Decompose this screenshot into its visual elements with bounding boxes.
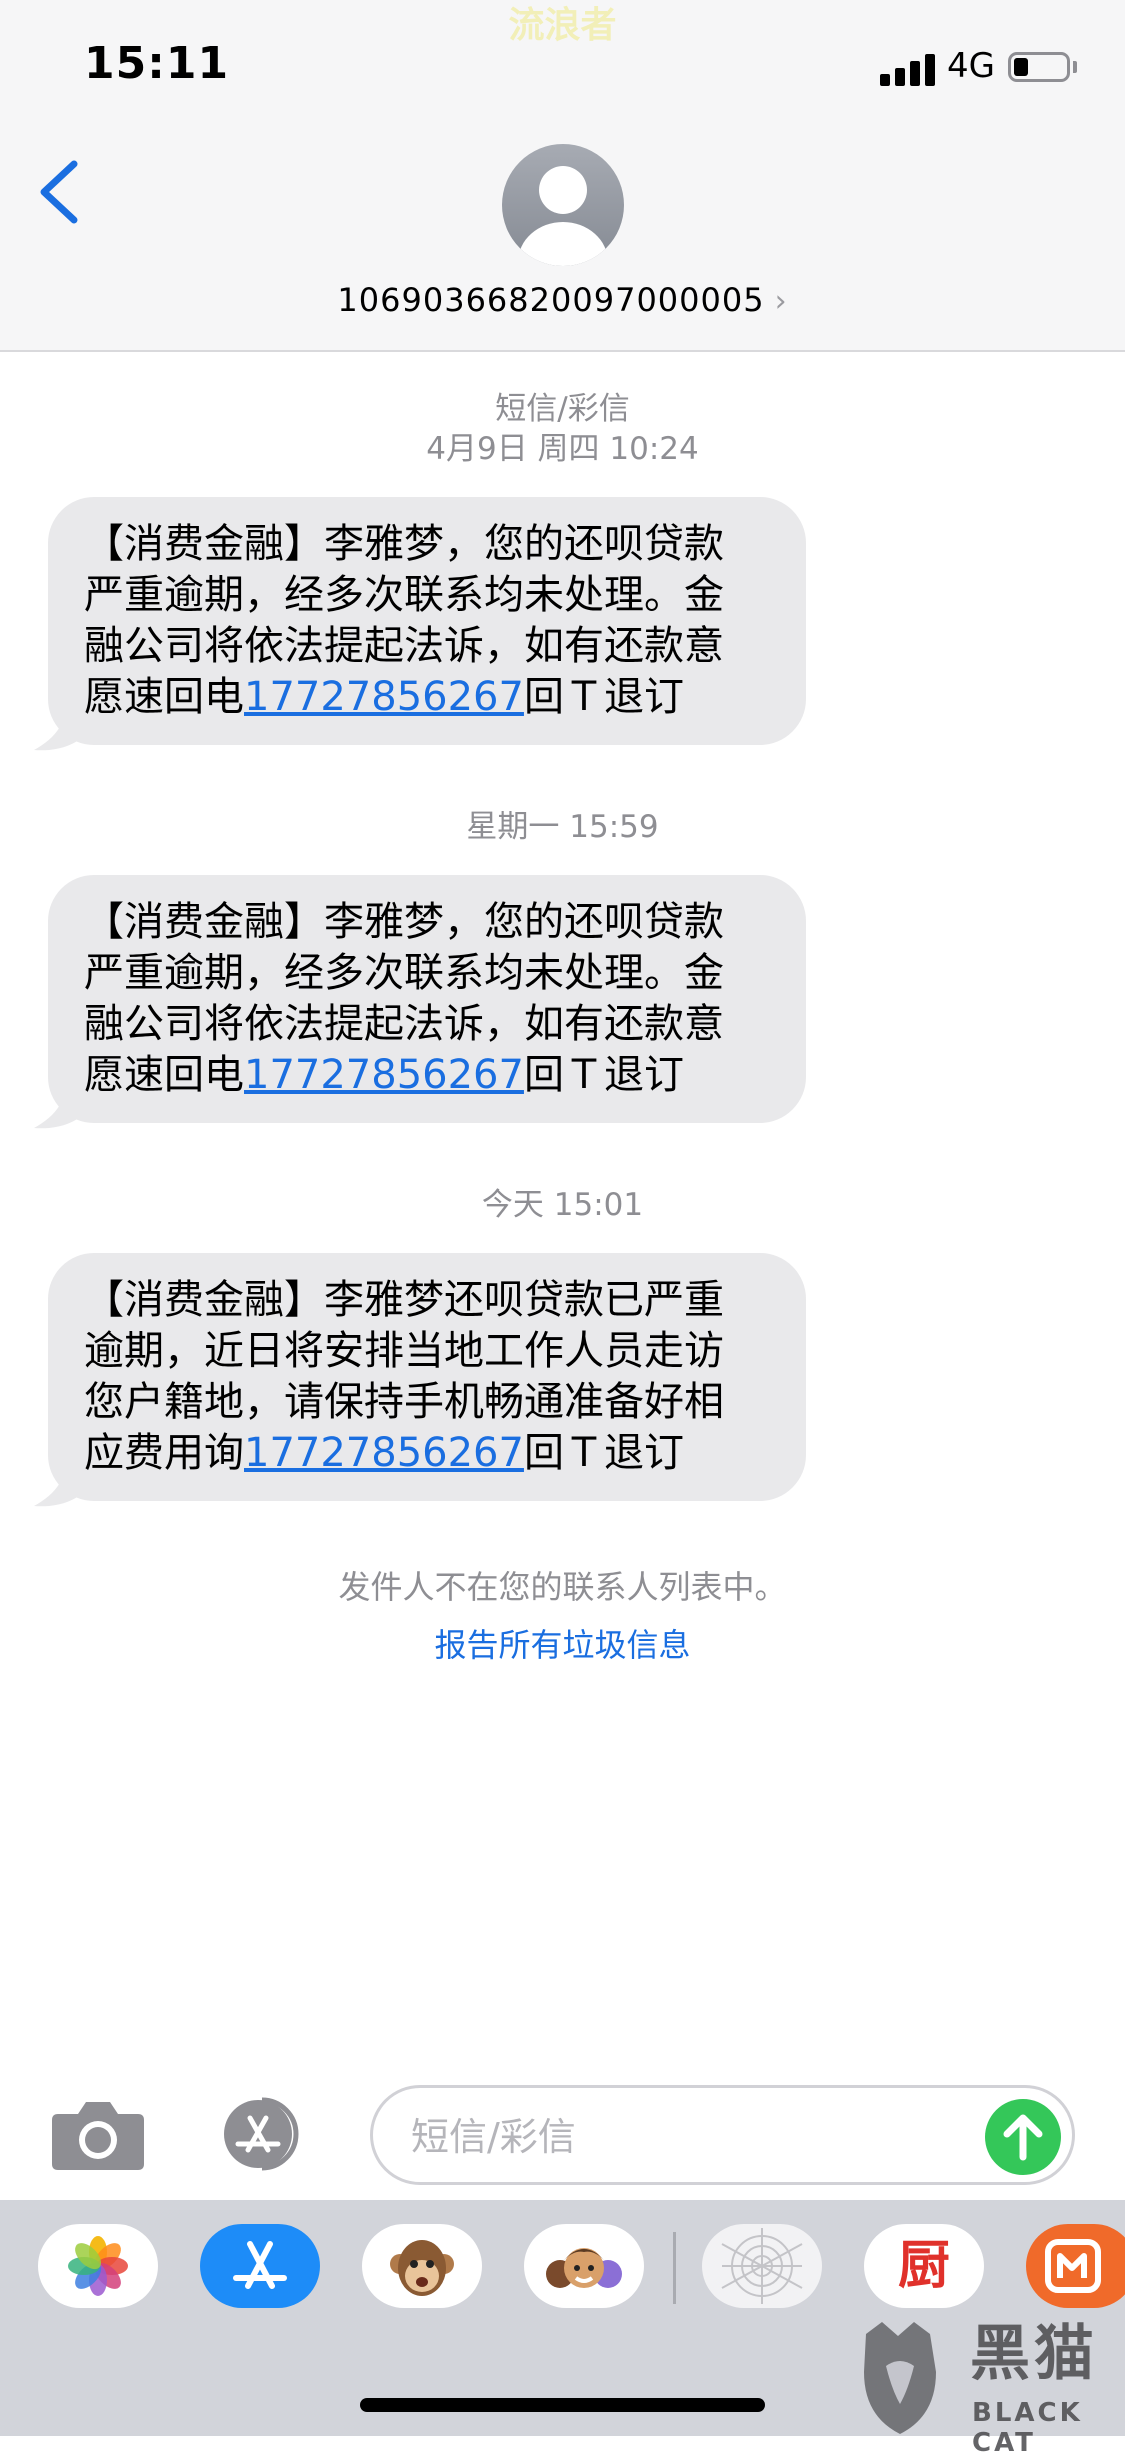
- memoji-icon[interactable]: [524, 2224, 644, 2308]
- kitchen-app-icon[interactable]: 厨: [864, 2224, 984, 2308]
- message-text: 回Ｔ退订: [523, 1430, 684, 1476]
- message-line: 【消费金融】李雅梦，您的还呗贷款: [84, 521, 724, 567]
- digital-touch-icon[interactable]: [702, 2224, 822, 2308]
- message-line: 融公司将依法提起法诉，如有还款意: [84, 623, 724, 669]
- contact-avatar[interactable]: [502, 144, 624, 266]
- app-strip-divider: [673, 2232, 676, 2304]
- message-line: 融公司将依法提起法诉，如有还款意: [84, 1001, 724, 1047]
- contact-number: 10690366820097000005: [337, 281, 765, 319]
- message-text: 愿速回电: [84, 674, 244, 720]
- message-text: 回Ｔ退订: [523, 1052, 684, 1098]
- message-timestamp: 4月9日 周四 10:24: [426, 431, 699, 467]
- message-timestamp: 星期一 15:59: [466, 809, 659, 845]
- arrow-up-icon: [1003, 2114, 1043, 2161]
- phone-link[interactable]: 17727856267: [244, 674, 524, 720]
- message-line: 严重逾期，经多次联系均未处理。金: [84, 950, 724, 996]
- watermark-brand-en: BLACK CAT: [972, 2398, 1083, 2458]
- message-line: 【消费金融】李雅梦还呗贷款已严重: [84, 1277, 724, 1323]
- message-bubble[interactable]: 【消费金融】李雅梦，您的还呗贷款 严重逾期，经多次联系均未处理。金 融公司将依法…: [48, 497, 806, 745]
- contact-name-button[interactable]: 10690366820097000005 ›: [0, 281, 1125, 319]
- chevron-right-icon: ›: [774, 284, 788, 319]
- cellular-signal-icon: [880, 52, 936, 86]
- send-button[interactable]: [985, 2099, 1061, 2175]
- service-label: 短信/彩信: [495, 391, 630, 427]
- message-text: 回Ｔ退订: [523, 674, 684, 720]
- animoji-icon[interactable]: [362, 2224, 482, 2308]
- message-text: 应费用询: [84, 1430, 244, 1476]
- phone-link[interactable]: 17727856267: [244, 1052, 524, 1098]
- message-text: 愿速回电: [84, 1052, 244, 1098]
- watermark-brand-cn: 黑猫: [970, 2319, 1098, 2389]
- camera-icon[interactable]: [50, 2096, 146, 2172]
- message-bubble[interactable]: 【消费金融】李雅梦还呗贷款已严重 逾期，近日将安排当地工作人员走访 您户籍地，请…: [48, 1253, 806, 1501]
- message-line: 【消费金融】李雅梦，您的还呗贷款: [84, 899, 724, 945]
- message-timestamp: 今天 15:01: [481, 1187, 644, 1223]
- home-indicator: [360, 2398, 765, 2412]
- photos-icon[interactable]: [38, 2224, 158, 2308]
- app-store-icon[interactable]: [200, 2224, 320, 2308]
- message-line: 严重逾期，经多次联系均未处理。金: [84, 572, 724, 618]
- message-line: 您户籍地，请保持手机畅通准备好相: [84, 1379, 724, 1425]
- kitchen-app-glyph: 厨: [897, 2236, 950, 2296]
- not-in-contacts-notice: 发件人不在您的联系人列表中。: [338, 1568, 787, 1606]
- app-drawer-icon[interactable]: [212, 2094, 316, 2174]
- black-cat-watermark: 黑猫 BLACK CAT: [852, 2319, 1125, 2458]
- mango-tv-icon[interactable]: [1026, 2224, 1125, 2308]
- message-bubble[interactable]: 【消费金融】李雅梦，您的还呗贷款 严重逾期，经多次联系均未处理。金 融公司将依法…: [48, 875, 806, 1123]
- message-input[interactable]: [409, 2110, 973, 2164]
- status-time: 15:11: [84, 38, 230, 89]
- message-input-container[interactable]: [370, 2085, 1075, 2185]
- report-junk-link[interactable]: 报告所有垃圾信息: [0, 1620, 1125, 1666]
- network-type: 4G: [947, 46, 995, 86]
- message-line: 逾期，近日将安排当地工作人员走访: [84, 1328, 724, 1374]
- phone-link[interactable]: 17727856267: [244, 1430, 524, 1476]
- battery-icon: [1008, 52, 1070, 82]
- back-chevron-icon[interactable]: [30, 150, 90, 230]
